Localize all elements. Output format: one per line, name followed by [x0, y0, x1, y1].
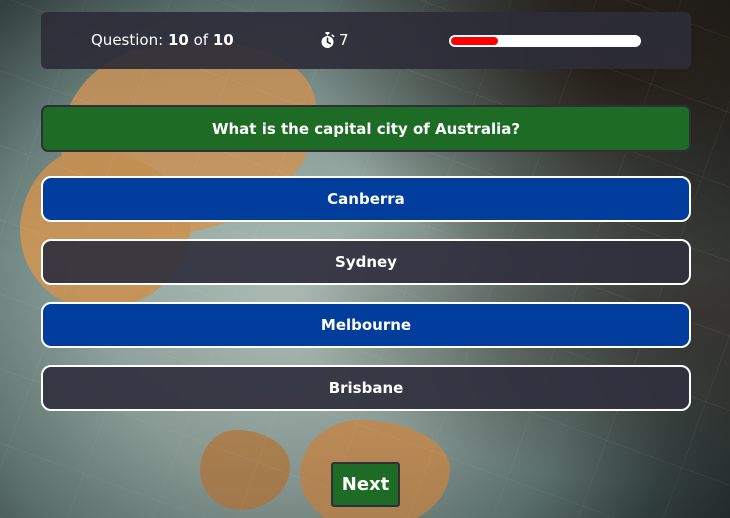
time-progress-bar — [449, 35, 641, 47]
question-current: 10 — [167, 31, 189, 49]
next-button-label: Next — [341, 474, 390, 495]
question-total: 10 — [212, 31, 234, 49]
question-text: What is the capital city of Australia? — [211, 119, 521, 138]
question-box: What is the capital city of Australia? — [41, 105, 691, 152]
quiz-header: Question: 10 of 10 7 — [41, 12, 691, 69]
next-button[interactable]: Next — [331, 462, 400, 507]
timer: 7 — [320, 31, 349, 49]
answer-label: Canberra — [327, 190, 405, 208]
answer-label: Brisbane — [328, 379, 404, 397]
answer-label: Melbourne — [320, 316, 412, 334]
answer-option-1[interactable]: Canberra — [41, 176, 691, 222]
answer-option-4[interactable]: Brisbane — [41, 365, 691, 411]
answer-option-3[interactable]: Melbourne — [41, 302, 691, 348]
question-label: Question: — [91, 31, 164, 49]
answer-label: Sydney — [335, 253, 397, 271]
answer-option-2[interactable]: Sydney — [41, 239, 691, 285]
question-of: of — [193, 31, 209, 49]
timer-value: 7 — [339, 31, 349, 49]
stopwatch-icon — [320, 31, 335, 49]
quiz-app: Question: 10 of 10 7 What is the capital… — [0, 0, 730, 518]
time-progress-fill — [451, 37, 498, 45]
question-counter: Question: 10 of 10 — [91, 31, 234, 49]
